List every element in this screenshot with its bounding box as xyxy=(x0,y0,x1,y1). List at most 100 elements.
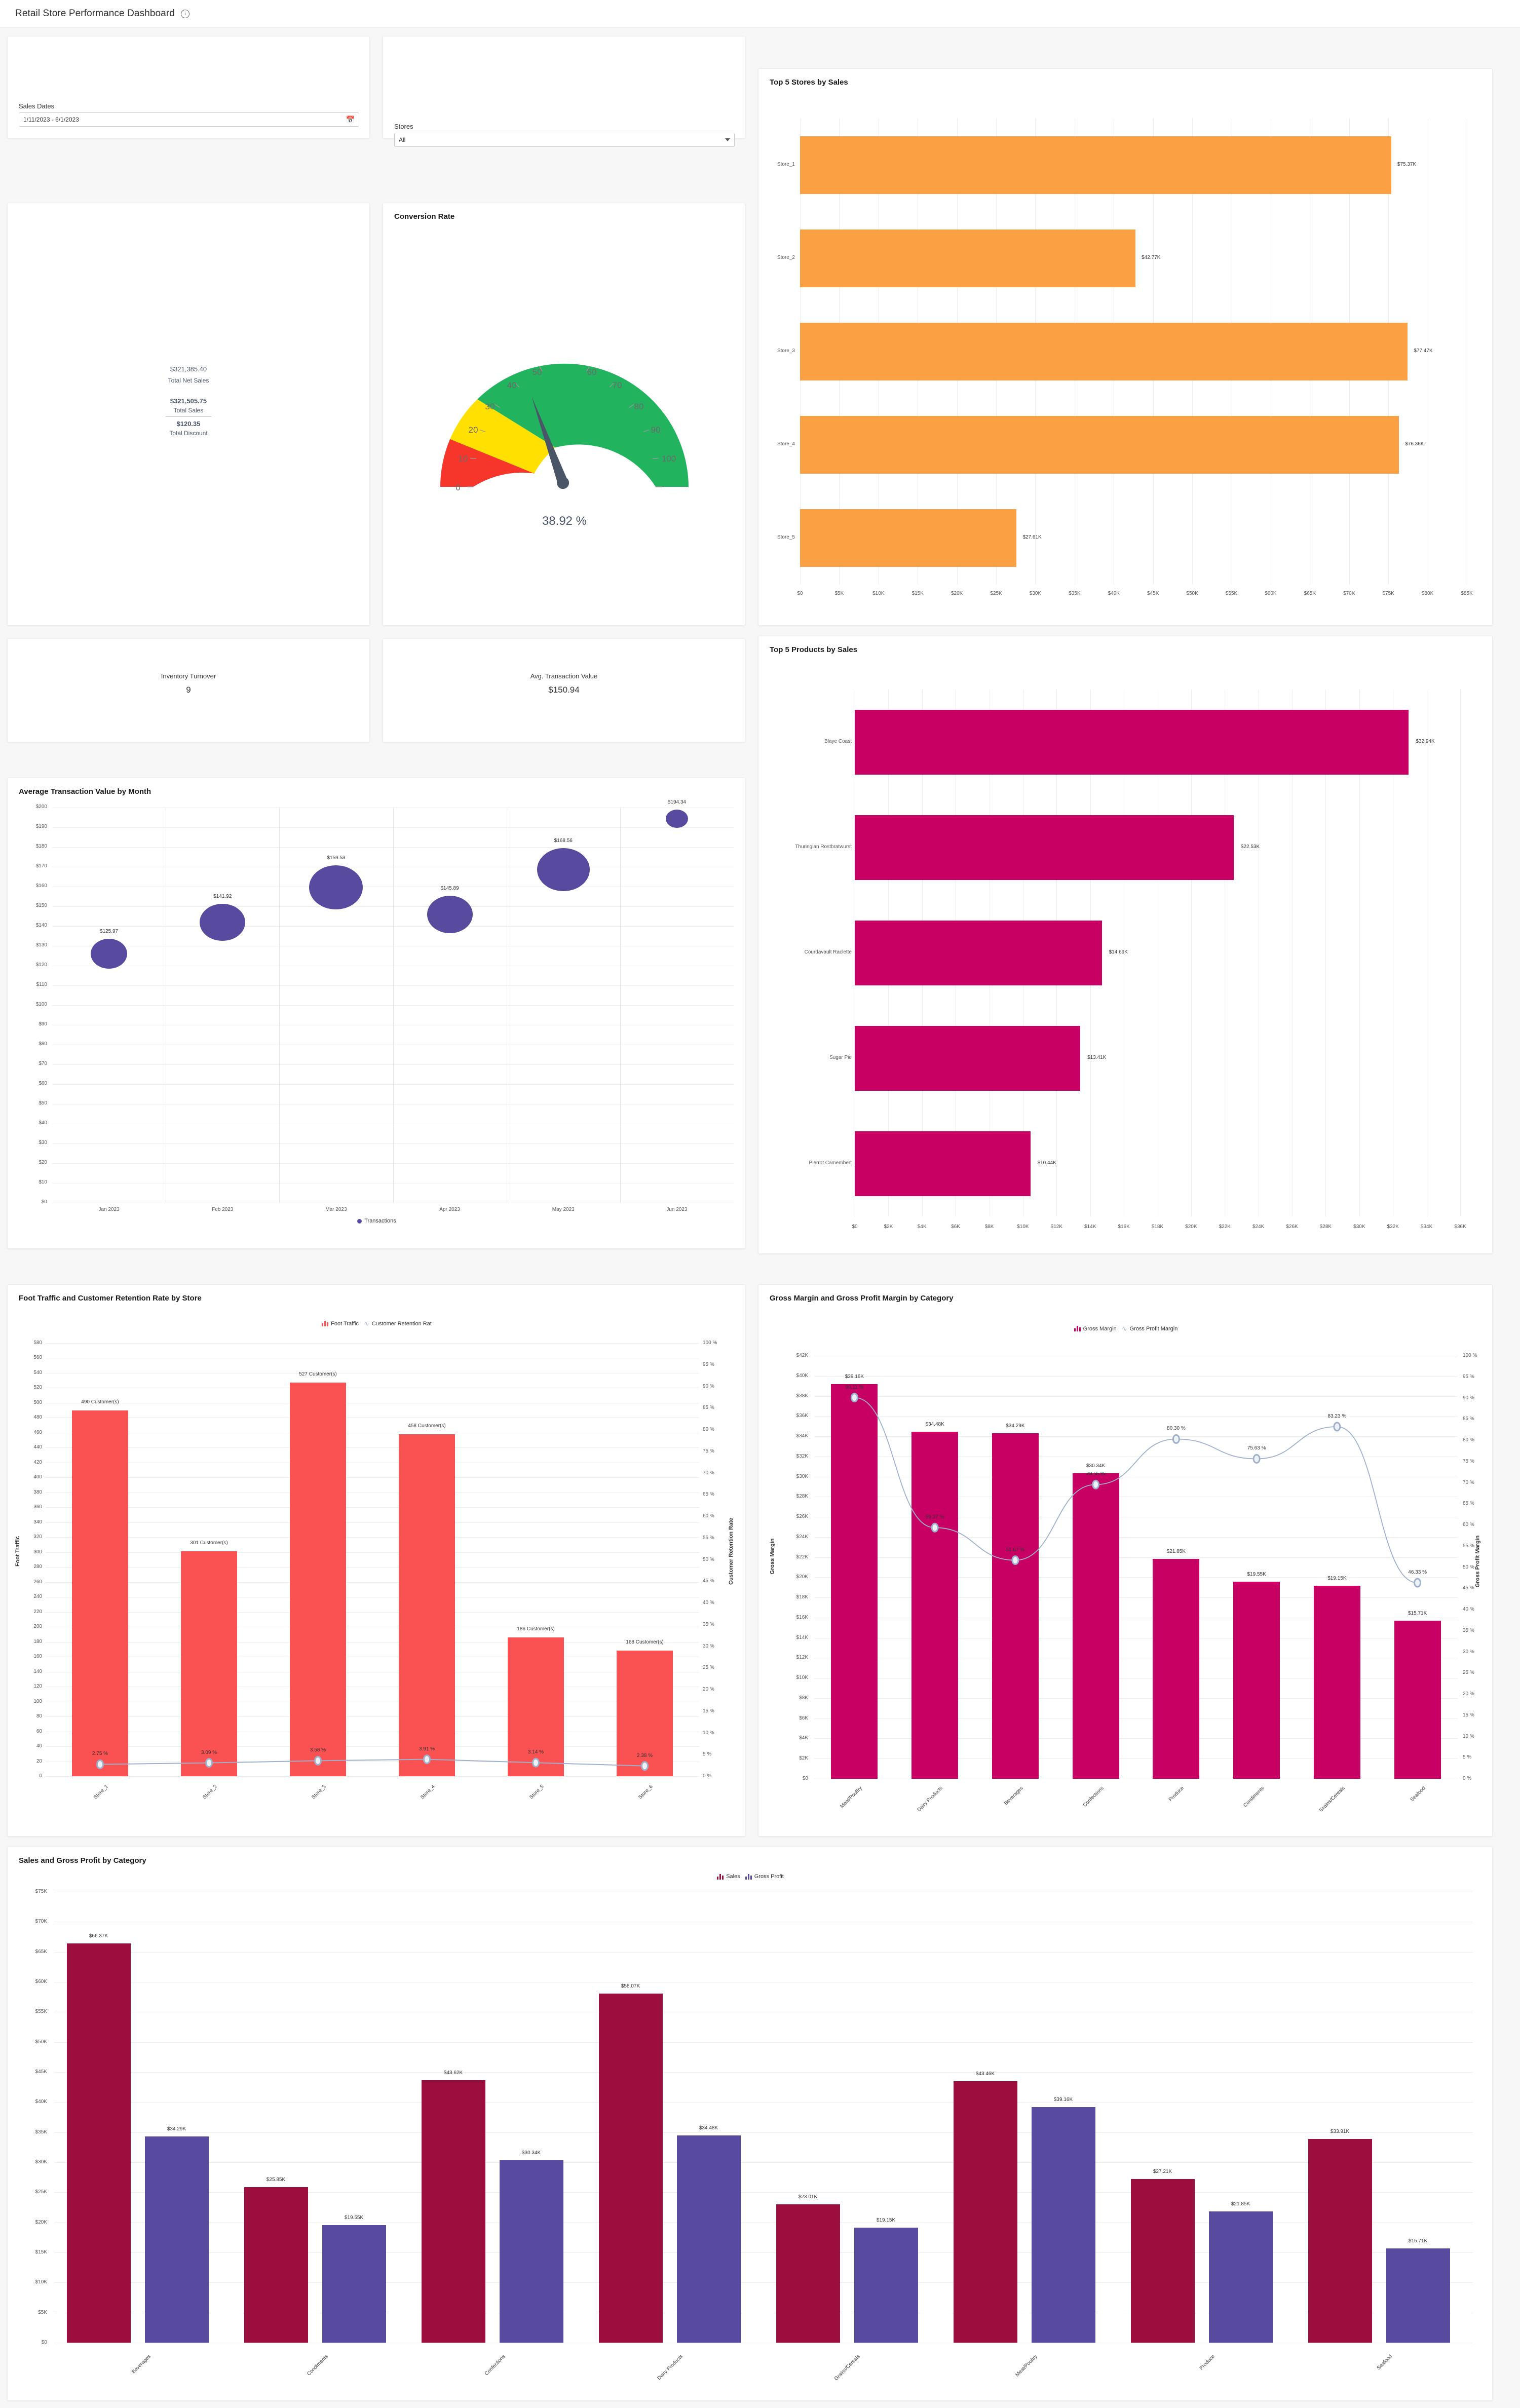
bar[interactable] xyxy=(598,1993,663,2343)
x-category-label: Beverages xyxy=(131,2354,152,2375)
y2-tick-label: 55 % xyxy=(703,1535,714,1541)
legend-item-gross-margin[interactable]: Gross Margin xyxy=(1074,1326,1117,1332)
line-value-label: 2.75 % xyxy=(92,1751,108,1757)
y-tick-label: 60 xyxy=(36,1728,42,1734)
bubble-value-label: $168.56 xyxy=(554,837,573,844)
y-tick-label: $10 xyxy=(39,1179,47,1185)
bubble[interactable] xyxy=(427,896,473,933)
inventory-turnover-card: Inventory Turnover 9 xyxy=(7,638,370,742)
bar-value-label: $32.94K xyxy=(1416,739,1435,744)
legend-item-gross-profit[interactable]: Gross Profit xyxy=(745,1874,784,1880)
y2-tick-label: 35 % xyxy=(1463,1627,1474,1633)
calendar-icon[interactable]: 📅 xyxy=(346,116,355,123)
foot-traffic-y2-title: Customer Retention Rate xyxy=(728,1517,735,1585)
line-value-label: 2.38 % xyxy=(636,1752,653,1759)
bubble[interactable] xyxy=(309,865,363,910)
bar[interactable] xyxy=(800,415,1399,474)
bar[interactable] xyxy=(499,2160,563,2343)
legend-item-sales[interactable]: Sales xyxy=(717,1874,740,1880)
bubble[interactable] xyxy=(537,848,590,892)
bar[interactable] xyxy=(855,1025,1081,1091)
line-value-label: 75.63 % xyxy=(1247,1445,1266,1451)
y-tick-label: 260 xyxy=(33,1579,42,1585)
bar[interactable] xyxy=(953,2081,1017,2343)
bar-value-label: $15.71K xyxy=(1408,2238,1428,2244)
y-category-label: Blaye Coast xyxy=(824,739,852,744)
y-tick-label: $200 xyxy=(35,804,47,810)
bar[interactable] xyxy=(1386,2248,1450,2343)
bar-value-label: $76.36K xyxy=(1405,441,1424,447)
atv-by-month-plot: $125.97 $141.92 $159.53 $145.89 $168.56 $194.… xyxy=(52,799,734,1203)
y-tick-label: $50 xyxy=(39,1100,47,1106)
bar[interactable] xyxy=(854,2227,918,2343)
y-tick-label: $8K xyxy=(799,1695,808,1701)
y-tick-label: $40K xyxy=(796,1372,808,1379)
legend-item-transactions[interactable]: Transactions xyxy=(357,1218,396,1224)
stores-label: Stores xyxy=(394,123,413,130)
legend-item-foot-traffic[interactable]: Foot Traffic xyxy=(322,1321,359,1327)
bar[interactable] xyxy=(800,322,1408,381)
x-tick-label: $85K xyxy=(1461,591,1473,596)
bar[interactable] xyxy=(800,229,1136,288)
x-category-label: Dairy Products xyxy=(656,2354,684,2382)
bubble[interactable] xyxy=(91,939,128,969)
bar[interactable] xyxy=(855,709,1409,775)
inventory-turnover-value: 9 xyxy=(186,685,191,695)
bar[interactable] xyxy=(1208,2211,1273,2343)
bar[interactable] xyxy=(776,2204,840,2343)
legend-label-transactions: Transactions xyxy=(364,1218,396,1224)
bubble[interactable] xyxy=(665,810,688,828)
x-tick-label: $45K xyxy=(1147,591,1159,596)
bar[interactable] xyxy=(1031,2107,1095,2343)
y2-tick-label: 90 % xyxy=(1463,1395,1474,1401)
bar[interactable] xyxy=(66,1943,131,2343)
bar[interactable] xyxy=(855,920,1102,986)
y-tick-label: $34K xyxy=(796,1433,808,1439)
chevron-down-icon[interactable] xyxy=(725,138,730,141)
bar[interactable] xyxy=(855,815,1234,881)
bar[interactable] xyxy=(800,509,1017,567)
bar-value-label: $77.47K xyxy=(1414,348,1433,354)
x-category-label: Produce xyxy=(1198,2354,1216,2372)
x-tick-label: $12K xyxy=(1050,1224,1062,1230)
y-tick-label: 560 xyxy=(33,1355,42,1361)
y-tick-label: $20K xyxy=(35,2219,47,2225)
bar[interactable] xyxy=(144,2136,209,2343)
y-tick-label: $160 xyxy=(35,883,47,889)
gross-margin-card: Gross Margin and Gross Profit Margin by … xyxy=(758,1284,1493,1837)
bar-value-label: $14.69K xyxy=(1109,949,1128,955)
sales-dates-input[interactable]: 1/11/2023 - 6/1/2023 📅 xyxy=(19,112,359,127)
x-category-label: Store_5 xyxy=(528,1784,545,1801)
gross-margin-plot: $39.16K $34.48K $34.29K $30.34K $21.85K $19.5… xyxy=(814,1356,1458,1779)
bar[interactable] xyxy=(676,2135,741,2343)
bar-chart-icon xyxy=(745,1874,752,1880)
y2-tick-label: 30 % xyxy=(703,1643,714,1649)
x-tick-label: $60K xyxy=(1265,591,1277,596)
legend-item-gross-profit-margin[interactable]: ∿ Gross Profit Margin xyxy=(1122,1325,1178,1332)
legend-item-retention[interactable]: ∿ Customer Retention Rat xyxy=(364,1320,432,1327)
bar[interactable] xyxy=(244,2187,308,2343)
y-tick-label: 240 xyxy=(33,1594,42,1600)
y2-tick-label: 10 % xyxy=(703,1730,714,1736)
bar[interactable] xyxy=(1308,2138,1372,2343)
y-tick-label: 20 xyxy=(36,1758,42,1764)
bar[interactable] xyxy=(1130,2179,1195,2343)
bar[interactable] xyxy=(421,2080,485,2343)
line-value-label: 3.14 % xyxy=(527,1749,544,1755)
y-tick-label: 140 xyxy=(33,1668,42,1674)
gridline xyxy=(393,808,394,1203)
y-tick-label: $45K xyxy=(35,2069,47,2075)
y-tick-label: $12K xyxy=(796,1655,808,1661)
bar[interactable] xyxy=(855,1131,1031,1197)
atv-label: Avg. Transaction Value xyxy=(530,672,598,680)
info-icon[interactable]: i xyxy=(180,9,189,18)
y2-tick-label: 5 % xyxy=(703,1751,712,1757)
bar[interactable] xyxy=(322,2225,386,2343)
stores-select[interactable]: All xyxy=(394,133,735,147)
bar-value-label: $33.91K xyxy=(1330,2128,1350,2134)
x-category-label: Seafood xyxy=(1409,1785,1427,1803)
bubble[interactable] xyxy=(200,903,246,941)
bar[interactable] xyxy=(800,136,1391,195)
gridline xyxy=(54,2162,1473,2163)
y-tick-label: 540 xyxy=(33,1369,42,1375)
